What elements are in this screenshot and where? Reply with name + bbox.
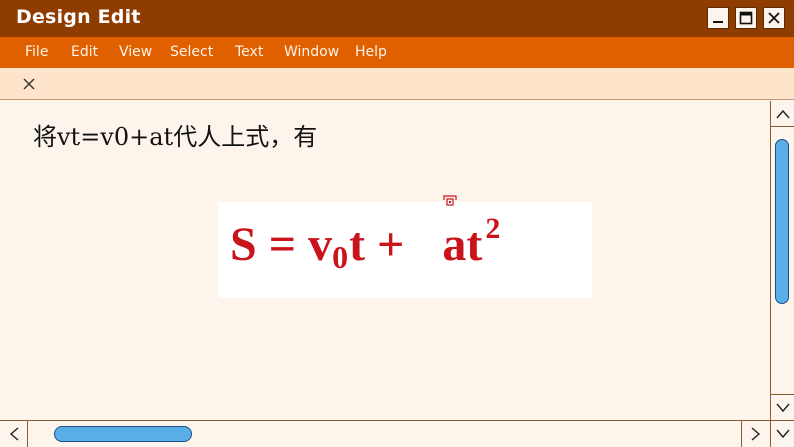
formula-exponent: 2 [485, 212, 501, 245]
vertical-scroll-thumb[interactable] [775, 139, 789, 304]
maximize-button[interactable] [735, 7, 757, 29]
menu-view[interactable]: View [119, 44, 152, 60]
close-icon [23, 78, 35, 90]
window-title: Design Edit [16, 6, 141, 28]
formula-v-subscript: 0 [332, 239, 349, 275]
menu-file[interactable]: File [25, 44, 48, 60]
formula-at: at [442, 218, 483, 271]
chevron-up-icon [775, 109, 790, 118]
menu-edit[interactable]: Edit [71, 44, 98, 60]
close-icon [768, 12, 780, 24]
scroll-left-button[interactable] [0, 421, 28, 447]
formula-v: v [308, 218, 333, 271]
scroll-down-button[interactable] [771, 394, 794, 420]
design-edit-window: Design Edit File Edit View Select Text W… [0, 0, 794, 447]
displacement-formula: S = v0t + at 2 [230, 214, 500, 274]
scroll-right-button[interactable] [741, 421, 770, 447]
formula-lhs: S [230, 218, 257, 271]
menu-select[interactable]: Select [170, 44, 213, 60]
maximize-icon [739, 11, 753, 25]
formula-plus: + [377, 218, 405, 271]
toolbar-close-button[interactable] [20, 75, 38, 93]
menu-bar: File Edit View Select Text Window Help [0, 37, 794, 68]
close-button[interactable] [763, 7, 785, 29]
document-canvas[interactable]: 将vt=v0+at代人上式，有 S = v0t + at 2 [0, 101, 770, 420]
scroll-up-button[interactable] [771, 101, 794, 127]
formula-box[interactable]: S = v0t + at 2 [218, 202, 592, 298]
formula-t: t [349, 218, 366, 271]
menu-window[interactable]: Window [284, 44, 339, 60]
chevron-left-icon [9, 427, 18, 441]
menu-help[interactable]: Help [355, 44, 387, 60]
horizontal-scrollbar[interactable] [0, 420, 770, 447]
chevron-down-icon [775, 403, 790, 412]
horizontal-scroll-thumb[interactable] [54, 426, 192, 442]
vertical-scrollbar[interactable] [770, 101, 794, 420]
caption-text: 将vt=v0+at代人上式，有 [33, 123, 318, 151]
formula-equals: = [268, 218, 297, 271]
menu-text[interactable]: Text [235, 44, 263, 60]
chevron-right-icon [751, 427, 761, 441]
chevron-down-icon [775, 429, 790, 439]
minimize-icon [713, 21, 723, 23]
minimize-button[interactable] [707, 7, 729, 29]
title-bar[interactable]: Design Edit [0, 0, 794, 37]
scrollbar-corner [770, 420, 794, 447]
broken-image-icon[interactable] [441, 195, 459, 209]
toolbar [0, 68, 794, 100]
